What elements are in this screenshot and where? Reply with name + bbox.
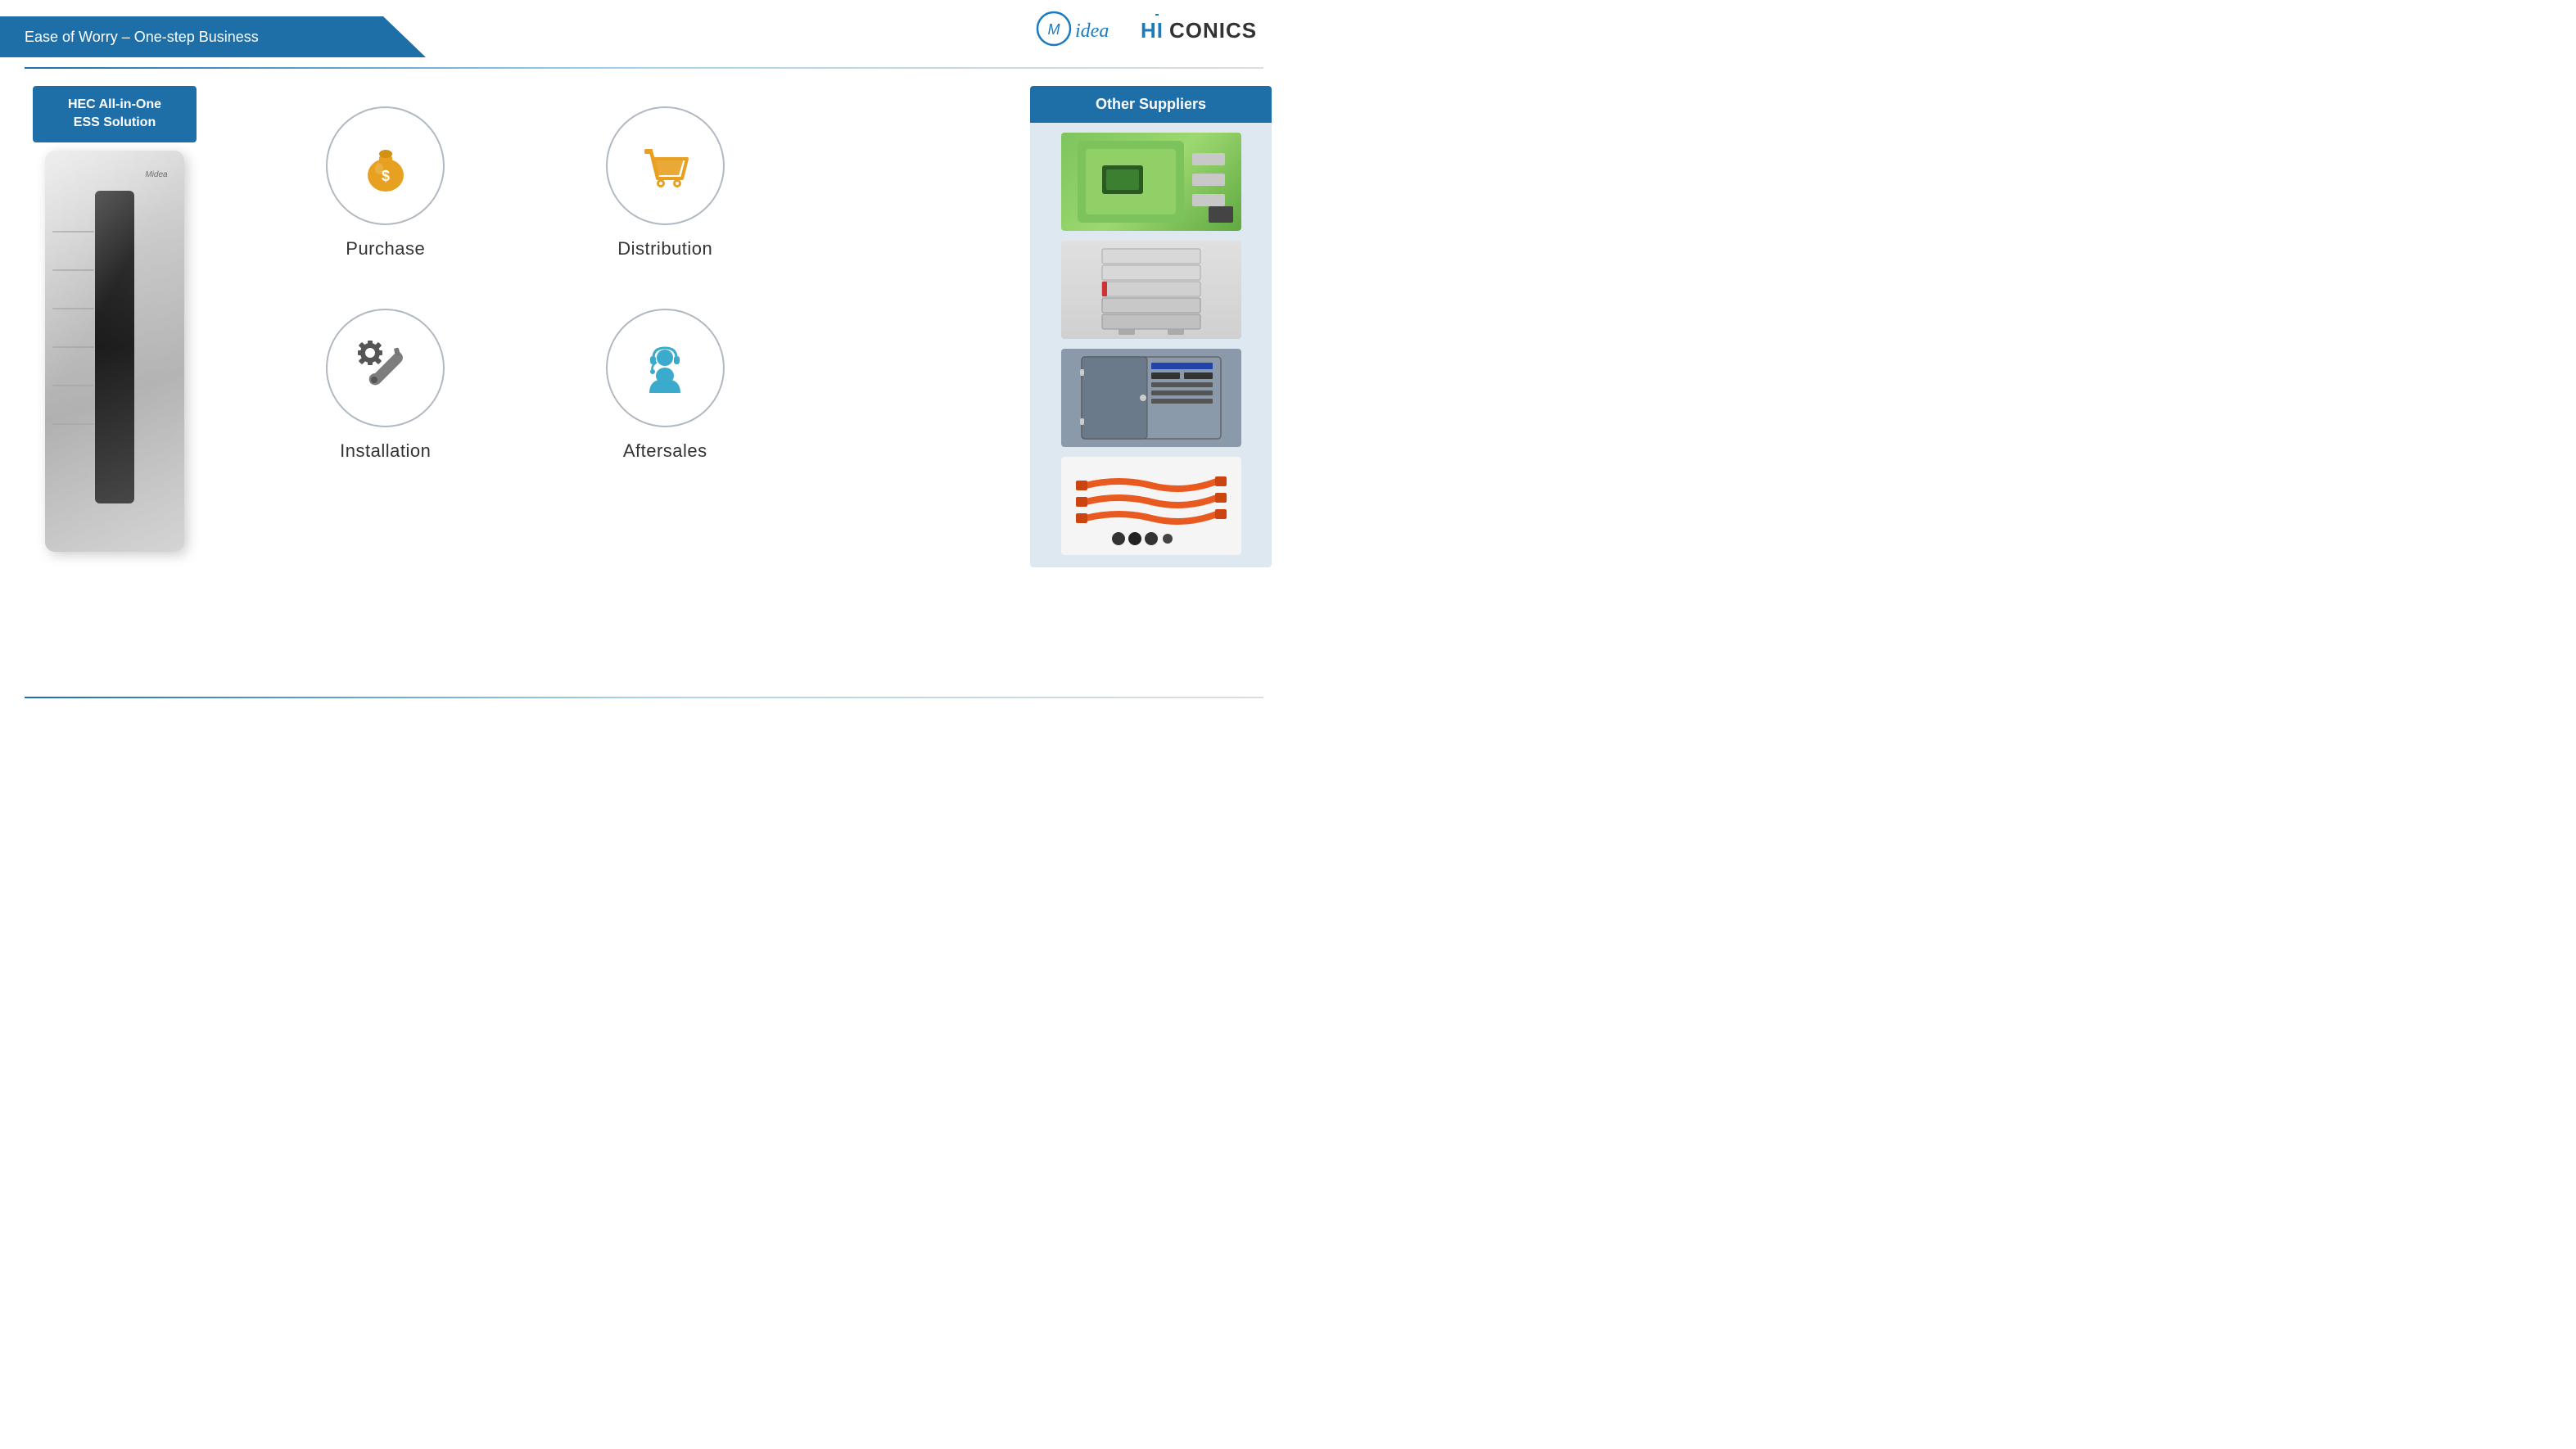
hiconics-logo-icon: HI CONICS [1141, 8, 1272, 49]
header-title: Ease of Worry – One-step Business [25, 29, 259, 46]
junction-svg [1069, 353, 1233, 443]
supplier-img-battery [1061, 241, 1241, 339]
midea-logo-icon: M idea [1036, 8, 1134, 49]
header-banner: Ease of Worry – One-step Business [0, 16, 426, 57]
shopping-cart-icon [636, 138, 694, 195]
other-suppliers-header: Other Suppliers [1030, 86, 1272, 123]
aftersales-circle [606, 309, 725, 427]
logo-area: M idea HI CONICS [1036, 8, 1272, 49]
ess-device-image: Midea [45, 151, 184, 552]
purchase-label: Purchase [346, 238, 425, 260]
aftersales-label: Aftersales [623, 440, 707, 462]
top-divider [25, 67, 1263, 69]
service-distribution: Distribution [558, 106, 773, 260]
right-panel: Other Suppliers [1030, 86, 1272, 567]
svg-text:CONICS: CONICS [1169, 18, 1257, 43]
svg-text:M: M [1048, 21, 1060, 38]
hec-label: HEC All-in-One ESS Solution [33, 86, 197, 142]
service-aftersales: Aftersales [558, 309, 773, 462]
service-purchase: $ Purchase [278, 106, 493, 260]
supplier-img-connectors [1061, 457, 1241, 555]
device-stripe [95, 191, 134, 503]
headset-person-icon [636, 340, 694, 397]
distribution-circle [606, 106, 725, 225]
services-grid: $ Purchase Distribut [229, 90, 821, 478]
device-brand-label: Midea [145, 170, 167, 179]
bottom-divider [25, 697, 1263, 698]
connectors-svg [1069, 461, 1233, 551]
service-installation: Installation [278, 309, 493, 462]
purchase-circle: $ [326, 106, 445, 225]
device-panel-lines [52, 231, 94, 462]
svg-text:HI: HI [1141, 18, 1164, 43]
supplier-images-list [1030, 133, 1272, 555]
left-panel: HEC All-in-One ESS Solution Midea [33, 86, 197, 552]
supplier-img-inverter [1061, 133, 1241, 231]
battery-svg [1069, 245, 1233, 335]
tools-icon [357, 340, 414, 397]
money-bag-icon: $ [357, 138, 414, 195]
distribution-label: Distribution [617, 238, 712, 260]
installation-label: Installation [340, 440, 431, 462]
svg-text:idea: idea [1075, 20, 1109, 42]
installation-circle [326, 309, 445, 427]
inverter-svg [1069, 137, 1233, 227]
supplier-img-junction [1061, 349, 1241, 447]
